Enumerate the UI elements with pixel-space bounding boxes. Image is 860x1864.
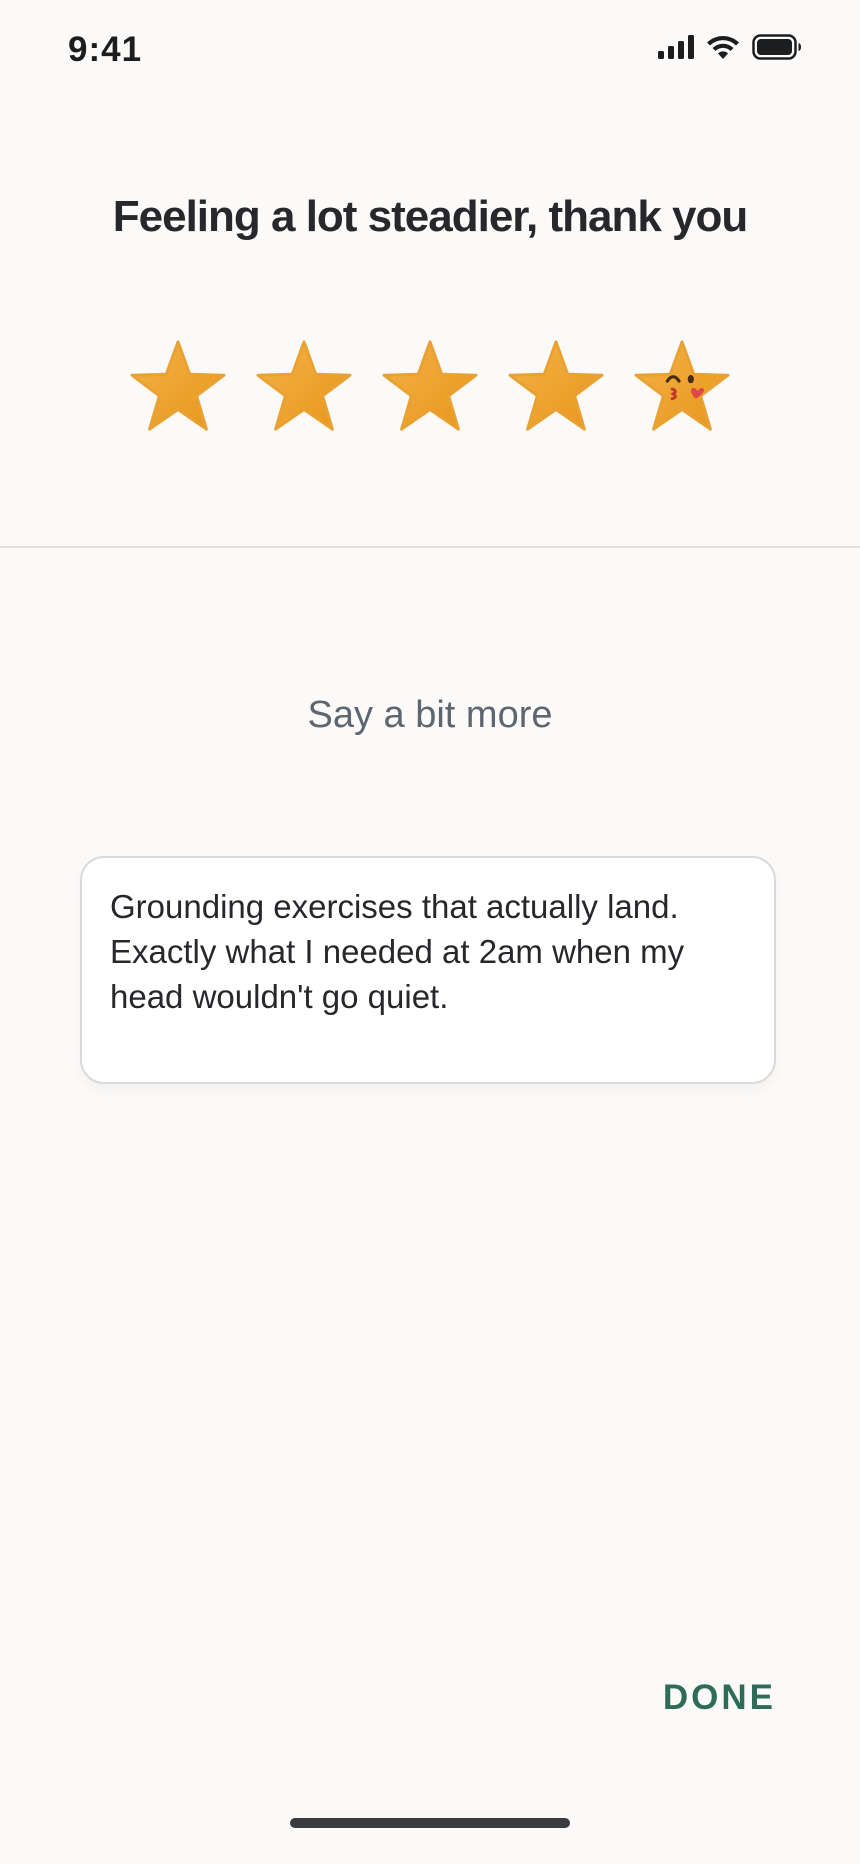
done-button[interactable]: DONE — [663, 1678, 776, 1718]
divider — [0, 546, 860, 548]
comment-prompt: Say a bit more — [307, 694, 553, 736]
rating-title: Feeling a lot steadier, thank you — [112, 192, 749, 241]
status-bar: 9:41 — [0, 0, 860, 100]
status-icons — [658, 34, 802, 60]
star-rating[interactable] — [0, 338, 860, 436]
star-1-icon[interactable] — [129, 338, 227, 436]
signal-icon — [658, 35, 694, 59]
home-indicator[interactable] — [290, 1818, 570, 1828]
star-5-kissing-star-icon[interactable] — [633, 338, 731, 436]
star-2-icon[interactable] — [255, 338, 353, 436]
star-4-icon[interactable] — [507, 338, 605, 436]
comment-input[interactable]: Grounding exercises that actually land. … — [110, 884, 746, 1056]
wifi-icon — [707, 35, 739, 59]
battery-icon — [752, 34, 801, 60]
star-3-icon[interactable] — [381, 338, 479, 436]
status-time: 9:41 — [68, 30, 143, 69]
comment-box[interactable]: Grounding exercises that actually land. … — [80, 856, 776, 1084]
